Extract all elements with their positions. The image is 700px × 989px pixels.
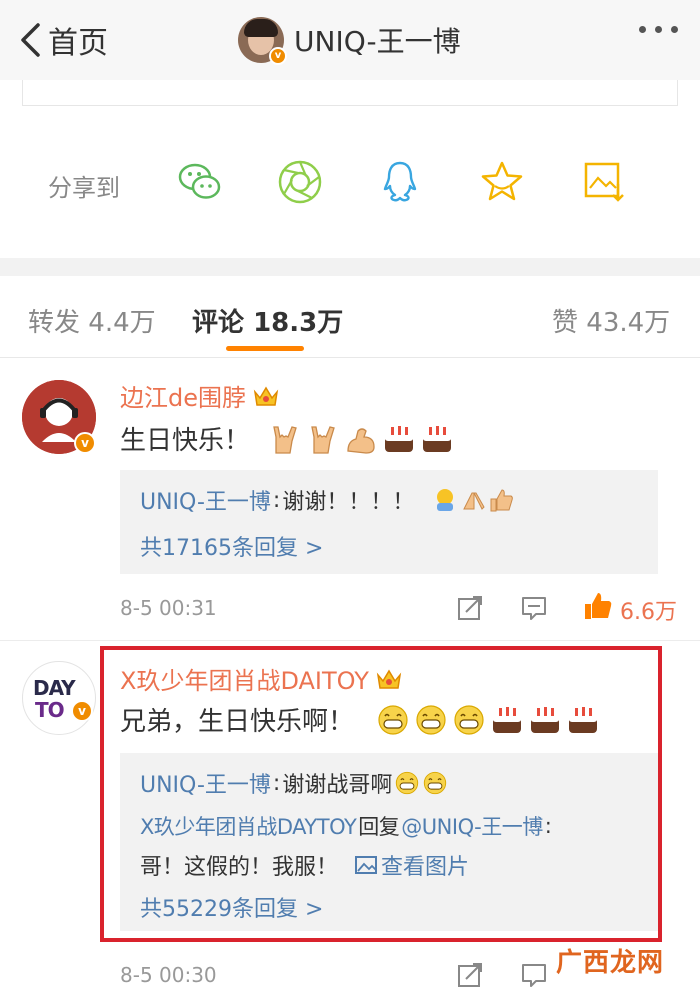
cake-emoji-icon — [385, 425, 414, 452]
comment-item: v 边江de围脖 生日快乐！ UNIQ-王一博 : 谢谢！！！！ 共17165条… — [0, 358, 700, 640]
rock-hand-emoji-icon — [311, 425, 335, 454]
comment-text: 生日快乐！ — [120, 420, 454, 457]
verified-icon: v — [74, 432, 96, 454]
wechat-icon[interactable] — [176, 158, 224, 206]
comment-timestamp: 8-5 00:31 — [120, 596, 217, 620]
flexed-arm-emoji-icon — [347, 427, 375, 454]
page-title: UNIQ-王一博 — [294, 25, 461, 58]
post-card-bottom — [22, 80, 678, 106]
verified-icon: v — [269, 47, 287, 65]
share-label: 分享到 — [48, 174, 120, 202]
view-all-replies-link[interactable]: 共17165条回复 > — [140, 530, 323, 562]
like-count: 6.6万 — [620, 600, 677, 625]
comment-icon[interactable] — [520, 594, 548, 622]
reply-line: UNIQ-王一博 : 谢谢！！！！ — [140, 484, 514, 516]
comment-timestamp: 8-5 00:30 — [120, 963, 217, 987]
cake-emoji-icon — [423, 425, 452, 452]
reply-preview-box[interactable]: UNIQ-王一博 : 谢谢！！！！ 共17165条回复 > — [120, 470, 658, 574]
avatar[interactable]: DAY TO v — [22, 661, 96, 735]
tab-likes[interactable]: 赞 43.4万 — [552, 302, 670, 339]
pray-hands-emoji-icon — [463, 492, 485, 510]
rock-hand-emoji-icon — [273, 425, 297, 454]
favorite-star-icon[interactable] — [478, 158, 526, 206]
highlight-frame — [100, 646, 662, 942]
save-image-icon[interactable] — [580, 158, 628, 206]
back-button[interactable]: 首页 — [18, 18, 108, 62]
share-icon[interactable] — [456, 594, 484, 622]
more-options-icon[interactable] — [639, 26, 678, 33]
avatar[interactable]: v — [22, 380, 96, 454]
comment-author[interactable]: 边江de围脖 — [120, 378, 280, 413]
watermark-text: 广西龙网 — [556, 948, 665, 978]
tab-comments[interactable]: 评论 18.3万 — [192, 302, 343, 339]
watermark: 广西龙网 — [556, 942, 664, 979]
like-thumb-icon[interactable] — [582, 590, 614, 622]
avatar-logo-text: TO — [35, 698, 65, 722]
avatar-logo-text: DAY — [33, 676, 76, 700]
profile-title[interactable]: v UNIQ-王一博 — [238, 14, 461, 66]
moments-icon[interactable] — [276, 158, 324, 206]
top-nav-bar: 首页 v UNIQ-王一博 — [0, 0, 700, 80]
tab-repost[interactable]: 转发 4.4万 — [28, 302, 156, 339]
section-gap — [0, 258, 700, 276]
hug-face-emoji-icon — [437, 489, 454, 511]
interaction-tabs: 转发 4.4万 评论 18.3万 赞 43.4万 — [0, 276, 700, 358]
avatar: v — [238, 17, 287, 65]
qq-icon[interactable] — [376, 158, 424, 206]
thumbs-up-emoji-icon — [490, 489, 514, 512]
chevron-left-icon — [21, 23, 40, 57]
share-panel: 分享到 — [0, 80, 700, 258]
active-tab-indicator — [226, 346, 304, 351]
comment-icon[interactable] — [520, 961, 548, 989]
verified-icon: v — [71, 700, 93, 722]
back-label: 首页 — [48, 26, 108, 61]
vip-crown-icon — [253, 386, 279, 406]
share-icon[interactable] — [456, 961, 484, 989]
